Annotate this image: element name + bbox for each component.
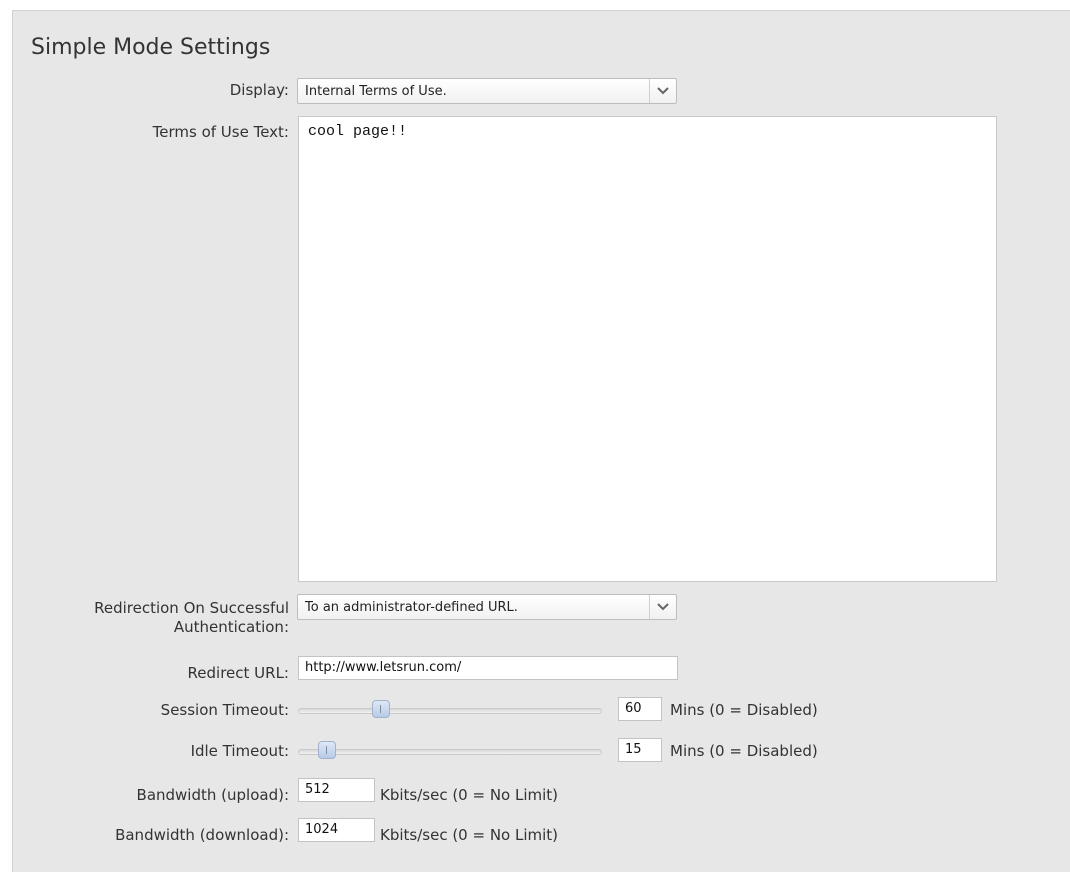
redirection-select[interactable]: To an administrator-defined URL. — [297, 594, 677, 620]
idle-timeout-label: Idle Timeout: — [190, 742, 289, 760]
idle-timeout-slider[interactable] — [298, 741, 602, 761]
terms-textarea[interactable]: cool page!! — [298, 116, 997, 582]
session-timeout-suffix: Mins (0 = Disabled) — [670, 701, 818, 719]
settings-panel: Simple Mode Settings Display: Internal T… — [12, 10, 1070, 872]
chevron-down-icon — [649, 595, 676, 619]
bandwidth-download-input[interactable]: 1024 — [298, 818, 375, 842]
display-select-value: Internal Terms of Use. — [305, 84, 447, 99]
display-label: Display: — [229, 81, 289, 99]
idle-timeout-slider-track — [298, 749, 602, 755]
idle-timeout-suffix: Mins (0 = Disabled) — [670, 742, 818, 760]
redirection-label-line2: Authentication: — [173, 618, 289, 636]
redirection-select-value: To an administrator-defined URL. — [305, 600, 518, 615]
session-timeout-slider-track — [298, 708, 602, 714]
redirect-url-label: Redirect URL: — [187, 664, 289, 682]
bandwidth-upload-label: Bandwidth (upload): — [136, 786, 289, 804]
idle-timeout-input[interactable]: 15 — [618, 738, 662, 762]
bandwidth-download-label: Bandwidth (download): — [115, 826, 289, 844]
session-timeout-slider[interactable] — [298, 700, 602, 720]
session-timeout-input[interactable]: 60 — [618, 697, 662, 721]
bandwidth-upload-input[interactable]: 512 — [298, 778, 375, 802]
redirect-url-input[interactable]: http://www.letsrun.com/ — [298, 656, 678, 680]
redirection-label-line1: Redirection On Successful — [94, 599, 289, 617]
redirection-label: Redirection On Successful Authentication… — [94, 599, 289, 637]
bandwidth-download-suffix: Kbits/sec (0 = No Limit) — [380, 826, 559, 844]
section-title: Simple Mode Settings — [31, 35, 271, 60]
idle-timeout-slider-handle[interactable] — [318, 741, 336, 759]
session-timeout-label: Session Timeout: — [160, 701, 289, 719]
session-timeout-slider-handle[interactable] — [372, 700, 390, 718]
display-select[interactable]: Internal Terms of Use. — [297, 78, 677, 104]
terms-label: Terms of Use Text: — [152, 123, 289, 141]
chevron-down-icon — [649, 79, 676, 103]
bandwidth-upload-suffix: Kbits/sec (0 = No Limit) — [380, 786, 559, 804]
